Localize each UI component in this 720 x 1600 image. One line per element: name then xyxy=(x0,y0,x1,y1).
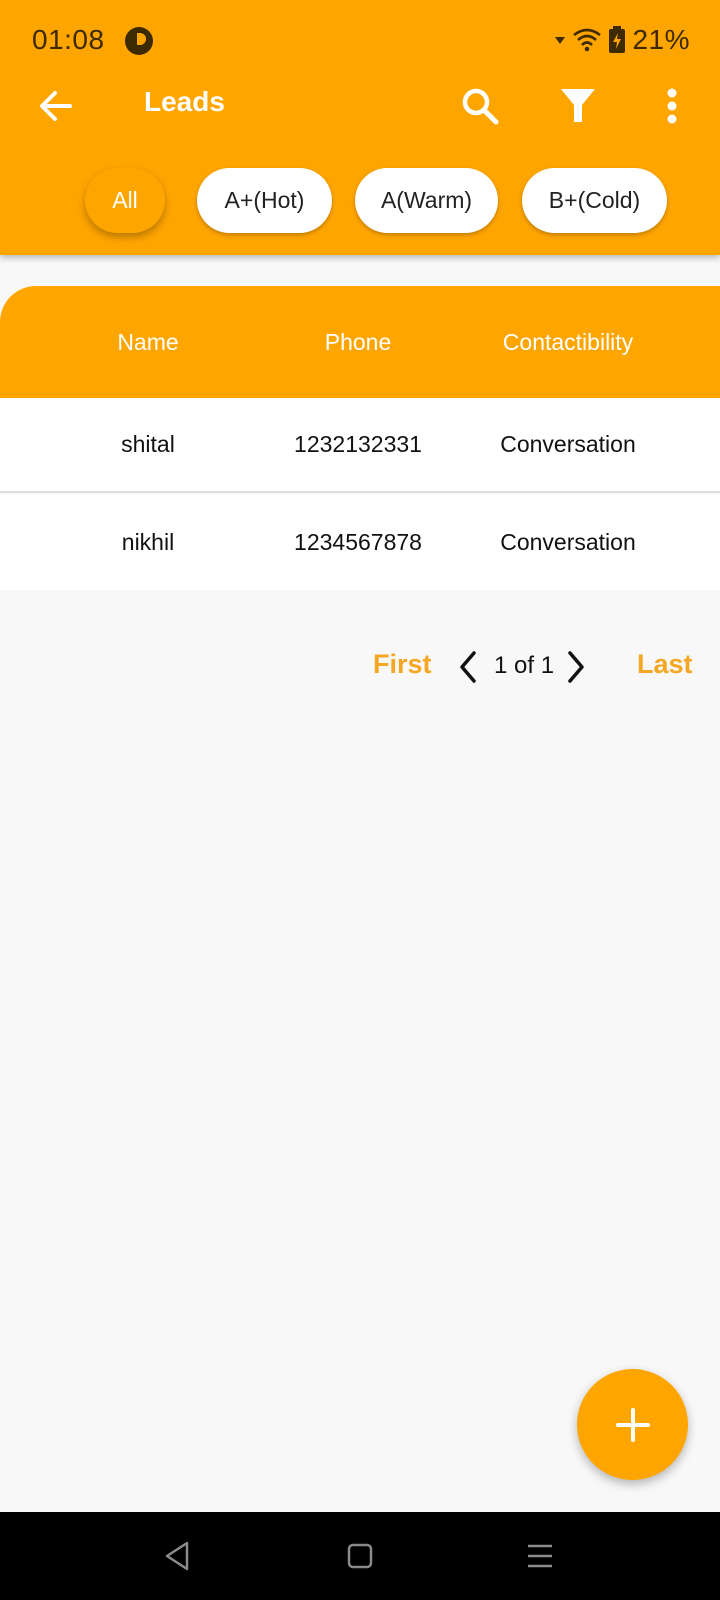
status-time: 01:08 xyxy=(32,24,105,55)
next-page-button[interactable] xyxy=(562,645,590,689)
column-header-phone: Phone xyxy=(324,328,392,355)
filter-chip-all[interactable]: All xyxy=(85,168,165,233)
nav-menu-icon[interactable] xyxy=(516,1532,564,1580)
nav-home-icon[interactable] xyxy=(336,1532,384,1580)
filter-chip-cold[interactable]: B+(Cold) xyxy=(522,168,667,233)
add-icon xyxy=(615,1407,650,1442)
app-bar: 01:08 21% Leads All A+(Hot) A(Warm) B+(C… xyxy=(0,0,720,255)
chevron-left-icon xyxy=(460,651,476,683)
page-title: Leads xyxy=(144,86,225,117)
wifi-icon xyxy=(573,28,602,52)
chevron-right-icon xyxy=(568,651,584,683)
cell-name: nikhil xyxy=(121,529,175,555)
table-row[interactable]: shital 1232132331 Conversation xyxy=(0,398,720,493)
add-lead-button[interactable] xyxy=(577,1369,688,1480)
back-arrow-icon[interactable] xyxy=(36,86,76,126)
pagination: First 1 of 1 Last xyxy=(0,645,720,689)
first-page-button[interactable]: First xyxy=(373,649,432,680)
cell-phone: 1234567878 xyxy=(294,529,422,555)
page-info: 1 of 1 xyxy=(494,652,555,679)
previous-page-button[interactable] xyxy=(454,645,482,689)
column-header-contactibility: Contactibility xyxy=(502,328,634,355)
battery-percent: 21% xyxy=(632,24,690,55)
filter-chip-warm[interactable]: A(Warm) xyxy=(355,168,498,233)
table-row[interactable]: nikhil 1234567878 Conversation xyxy=(0,495,720,590)
battery-charging-icon xyxy=(609,26,626,53)
column-header-name: Name xyxy=(117,328,179,355)
cell-contactibility: Conversation xyxy=(500,529,636,555)
status-bar: 01:08 21% xyxy=(0,0,720,82)
cell-phone: 1232132331 xyxy=(294,431,422,457)
system-nav-bar xyxy=(0,1512,720,1600)
more-vert-icon[interactable] xyxy=(650,84,694,128)
filter-chip-hot[interactable]: A+(Hot) xyxy=(197,168,332,233)
search-icon[interactable] xyxy=(458,84,502,128)
table-header: Name Phone Contactibility xyxy=(0,286,720,398)
cell-contactibility: Conversation xyxy=(500,431,636,457)
status-indicators: 21% xyxy=(554,22,690,58)
signal-icon xyxy=(555,37,566,44)
cell-name: shital xyxy=(121,431,175,457)
nav-back-icon[interactable] xyxy=(153,1532,201,1580)
last-page-button[interactable]: Last xyxy=(637,649,693,680)
filter-icon[interactable] xyxy=(556,84,600,128)
app-notification-icon xyxy=(125,27,153,55)
